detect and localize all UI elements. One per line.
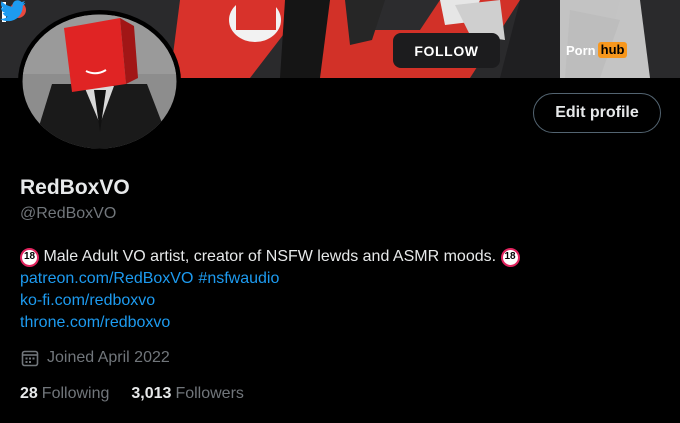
followers-stat[interactable]: 3,013 Followers [131,385,244,403]
banner-follow-button: FOLLOW [393,33,500,68]
adult-18-icon-text: 18 [504,251,516,262]
bio-line-description: 18 Male Adult VO artist, creator of NSFW… [20,246,520,268]
edit-profile-button[interactable]: Edit profile [533,93,661,133]
following-label: Following [41,385,110,402]
follow-stats: 28 Following 3,013 Followers [20,385,244,403]
bio-line-throne: throne.com/redboxvo [20,312,520,334]
adult-18-icon-text: 18 [23,251,36,262]
display-name: RedBoxVO [20,176,130,199]
joined-text: Joined April 2022 [47,349,170,366]
calendar-icon [21,350,39,367]
followers-label: Followers [175,385,244,402]
pornhub-logo: Porn hub [566,41,628,59]
hashtag-link[interactable]: #nsfwaudio [198,268,279,290]
adult-18-icon: 18 [500,247,520,267]
bio-line-patreon: patreon.com/RedBoxVO #nsfwaudio [20,268,520,290]
user-handle: @RedBoxVO [20,205,117,222]
pornhub-logo-right: hub [597,42,628,58]
following-stat[interactable]: 28 Following [20,385,109,403]
avatar[interactable] [18,10,181,153]
patreon-link[interactable]: patreon.com/RedBoxVO [20,268,193,290]
bio-line-kofi: ko-fi.com/redboxvo [20,290,520,312]
following-count: 28 [20,385,38,402]
joined-date: Joined April 2022 [21,349,170,367]
bio: 18 Male Adult VO artist, creator of NSFW… [20,246,520,334]
avatar-image [22,14,177,149]
adult-18-icon: 18 [20,247,39,267]
kofi-link[interactable]: ko-fi.com/redboxvo [20,290,155,312]
pornhub-logo-left: Porn [566,42,596,58]
bio-description: Male Adult VO artist, creator of NSFW le… [39,248,501,265]
throne-link[interactable]: throne.com/redboxvo [20,312,170,334]
followers-count: 3,013 [131,385,172,402]
